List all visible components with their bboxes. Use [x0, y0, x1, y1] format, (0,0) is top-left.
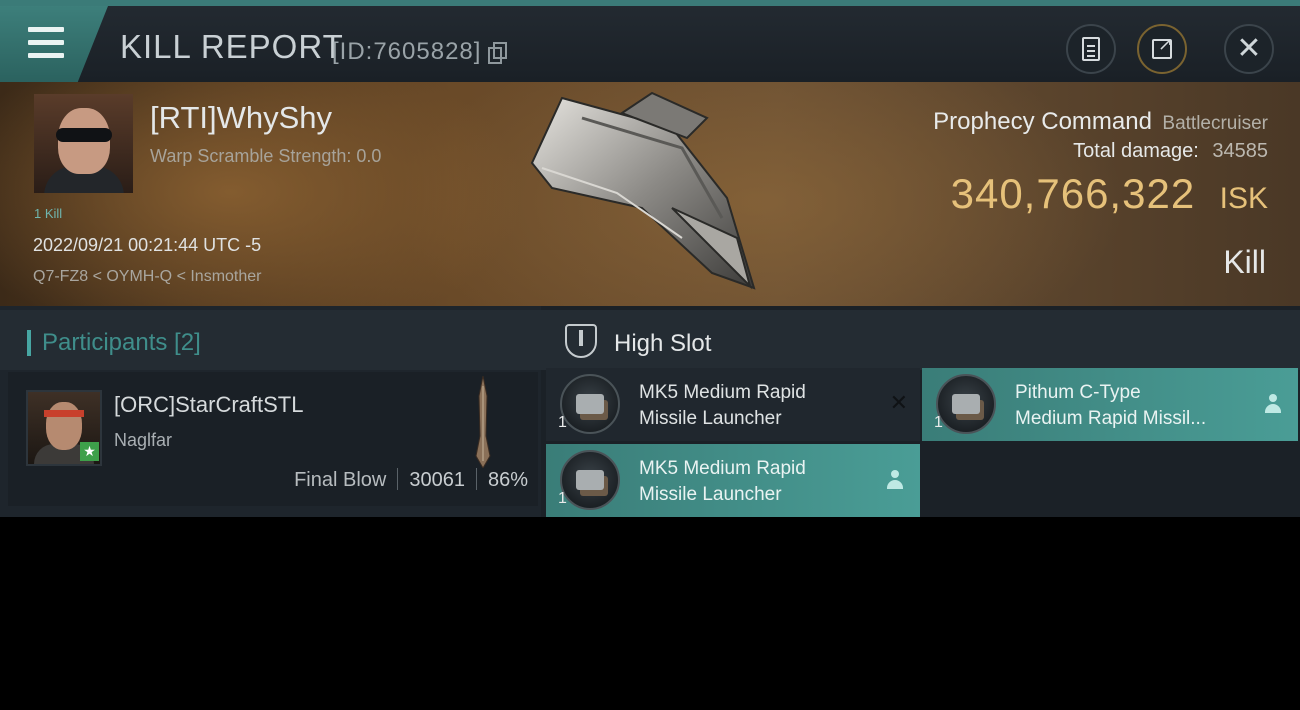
module-item[interactable]: 1 MK5 Medium Rapid Missile Launcher ✕: [546, 368, 920, 441]
high-slot-icon: [565, 324, 597, 358]
report-type: Kill: [1223, 244, 1266, 280]
high-slot-panel: High Slot 1 MK5 Medium Rapid Missile Lau…: [541, 306, 1300, 517]
victim-banner: [RTI]WhyShy Warp Scramble Strength: 0.0 …: [0, 82, 1300, 306]
high-slot-header: High Slot: [541, 310, 1300, 370]
module-item[interactable]: 1 MK5 Medium Rapid Missile Launcher: [546, 444, 920, 517]
item-quantity: 1: [558, 490, 567, 507]
attacker-stats: Final Blow 30061 86%: [294, 468, 528, 492]
title-bar: KILL REPORT [ID:7605828] ✕: [0, 0, 1300, 82]
close-icon: ✕: [1236, 32, 1262, 65]
final-blow-label: Final Blow: [294, 469, 387, 491]
item-quantity: 1: [934, 414, 943, 431]
participants-panel: Participants [2] ★ [ORC]StarCraftSTL Nag…: [0, 306, 541, 517]
page-title: KILL REPORT: [120, 28, 344, 65]
copy-icon[interactable]: [488, 42, 507, 64]
module-item[interactable]: 1 Pithum C-Type Medium Rapid Missil...: [922, 368, 1298, 441]
participants-accent-bar: [27, 330, 31, 356]
close-button[interactable]: ✕: [1224, 24, 1274, 74]
victim-ship-image[interactable]: [522, 88, 774, 300]
share-button[interactable]: [1137, 24, 1187, 74]
total-damage: Total damage: 34585: [1073, 140, 1268, 163]
dropped-person-icon: [1264, 394, 1282, 414]
share-icon: [1152, 34, 1173, 59]
total-damage-label: Total damage:: [1073, 140, 1199, 162]
participants-header[interactable]: Participants [2]: [0, 310, 541, 370]
item-name: MK5 Medium Rapid Missile Launcher: [639, 458, 806, 505]
isk-value-line: 340,766,322 ISK: [951, 170, 1268, 218]
destroyed-icon: ✕: [889, 390, 908, 415]
hamburger-menu-icon: [28, 26, 64, 60]
launcher-icon: [560, 374, 620, 434]
high-slot-title: High Slot: [614, 330, 712, 357]
item-quantity: 1: [558, 414, 567, 431]
item-name: Pithum C-Type Medium Rapid Missil...: [1015, 382, 1207, 429]
participants-title: Participants [2]: [42, 329, 201, 356]
attacker-name[interactable]: [ORC]StarCraftSTL: [114, 392, 303, 418]
clipboard-icon: [1082, 37, 1100, 61]
menu-button[interactable]: [0, 6, 108, 82]
item-name: MK5 Medium Rapid Missile Launcher: [639, 382, 806, 429]
victim-avatar[interactable]: [34, 94, 133, 193]
victim-name[interactable]: [RTI]WhyShy: [150, 100, 332, 136]
launcher-icon: [560, 450, 620, 510]
clipboard-button[interactable]: [1066, 24, 1116, 74]
attacker-damage-percent: 86%: [487, 469, 528, 491]
victim-ship-info[interactable]: Prophecy Command Battlecruiser: [933, 108, 1268, 136]
kill-timestamp: 2022/09/21 00:21:44 UTC -5: [33, 235, 262, 255]
dropped-person-icon: [886, 470, 904, 490]
warp-scramble-strength: Warp Scramble Strength: 0.0: [150, 146, 382, 166]
victim-ship-name: Prophecy Command: [933, 108, 1152, 135]
attacker-ship: Naglfar: [114, 430, 173, 450]
attacker-ship-icon: [475, 376, 491, 468]
isk-value: 340,766,322: [950, 170, 1196, 217]
report-id: [ID:7605828]: [332, 38, 482, 65]
victim-kill-count: 1 Kill: [34, 206, 63, 221]
victim-ship-class: Battlecruiser: [1162, 113, 1268, 134]
kill-location[interactable]: Q7-FZ8 < OYMH-Q < Insmother: [33, 268, 262, 286]
attacker-damage: 30061: [409, 469, 465, 491]
total-damage-value: 34585: [1212, 140, 1268, 162]
participant-row[interactable]: ★ [ORC]StarCraftSTL Naglfar Final Blow 30…: [8, 372, 538, 506]
final-blow-star-icon: ★: [80, 442, 99, 461]
kill-report-window: KILL REPORT [ID:7605828] ✕ [RTI]WhyShy W…: [0, 0, 1300, 517]
isk-unit: ISK: [1219, 182, 1268, 215]
launcher-icon: [936, 374, 996, 434]
